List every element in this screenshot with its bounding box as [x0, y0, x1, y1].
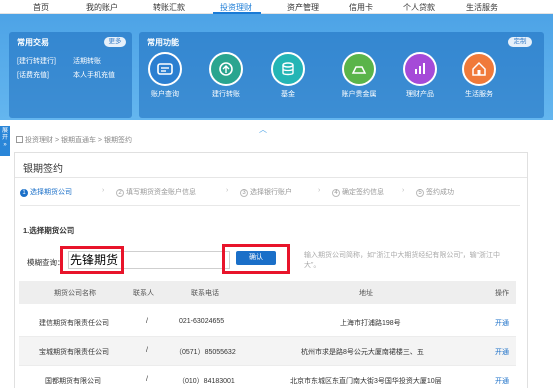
table-header: 期货公司名称 联系人 联系电话 地址 操作 — [19, 281, 516, 304]
step-arrow-icon: › — [226, 187, 229, 194]
open-link[interactable]: 开通 — [495, 376, 509, 386]
customize-button[interactable]: 定制 — [508, 37, 532, 47]
column-header-company: 期货公司名称 — [54, 290, 96, 297]
nav-item-credit-card[interactable]: 信用卡 — [349, 2, 373, 13]
func-label: 生活服务 — [465, 91, 493, 98]
func-label: 建行转账 — [212, 91, 240, 98]
fuzzy-query-label: 模糊查询： — [27, 258, 65, 267]
cell-address: 北京市东城区东直门南大街3号国华投资大厦10层 — [290, 378, 442, 385]
step-5: 5 签约成功 — [416, 187, 454, 197]
life-service-icon — [462, 52, 496, 86]
nav-item-personal-loan[interactable]: 个人贷款 — [403, 2, 435, 13]
quick-link-own-phone-topup[interactable]: 本人手机充值 — [73, 70, 115, 80]
fund-icon — [271, 52, 305, 86]
wealth-product-icon — [403, 52, 437, 86]
expand-side-tab[interactable]: 展开 » — [0, 126, 10, 156]
precious-metal-icon — [342, 52, 376, 86]
more-button[interactable]: 更多 — [104, 37, 126, 47]
open-link[interactable]: 开通 — [495, 347, 509, 357]
highlight-box-confirm — [222, 244, 290, 274]
quick-trade-panel: 常用交易 更多 [建行转建行] 活期转账 [话费充值] 本人手机充值 — [9, 32, 132, 118]
step-indicator: 1 选择期货公司 › 2 填写期货资金账户信息 › 3 选择银行账户 › 4 确定签约信… — [20, 187, 520, 201]
nav-item-asset-management[interactable]: 资产管理 — [287, 2, 319, 13]
highlight-box-input — [60, 246, 124, 274]
cell-company: 建信期货有限责任公司 — [39, 320, 109, 327]
home-icon — [16, 136, 23, 143]
func-fund[interactable]: 基金 — [258, 52, 318, 99]
func-label: 理财产品 — [406, 91, 434, 98]
cell-phone: （010）84183001 — [178, 378, 235, 385]
table-row: 建信期货有限责任公司 / 021-63024655 上海市打浦路198号 开通 — [19, 308, 516, 337]
cell-contact: / — [146, 318, 148, 325]
column-header-contact: 联系人 — [133, 290, 154, 297]
nav-item-transfer[interactable]: 转账汇款 — [153, 2, 185, 13]
top-nav: 首页 我的账户 转账汇款 投资理财 资产管理 信用卡 个人贷款 生活服务 — [0, 0, 553, 14]
func-precious-metal[interactable]: 账户贵金属 — [329, 52, 389, 99]
section-title: 1.选择期货公司 — [23, 226, 75, 235]
nav-item-home[interactable]: 首页 — [33, 2, 49, 13]
cell-address: 杭州市求是路8号公元大厦南裙楼三、五 — [301, 349, 424, 356]
steps-divider — [20, 205, 520, 206]
step-4: 4 确定签约信息 — [332, 187, 384, 197]
common-functions-panel: 常用功能 定制 账户查询 建行转账 基金 账户贵金属 理财产品 生活服务 — [139, 32, 544, 118]
transfer-icon — [209, 52, 243, 86]
cell-address: 上海市打浦路198号 — [340, 320, 401, 327]
func-account-query[interactable]: 账户查询 — [135, 52, 195, 99]
func-ccb-transfer[interactable]: 建行转账 — [196, 52, 256, 99]
column-header-phone: 联系电话 — [191, 290, 219, 297]
cell-contact: / — [146, 376, 148, 383]
breadcrumb: 投资理财 > 银期直通车 > 银期签约 — [16, 135, 132, 145]
main-content: 银期签约 1 选择期货公司 › 2 填写期货资金账户信息 › 3 选择银行账户 › 4… — [14, 152, 528, 388]
side-tab-label: 展开 — [1, 128, 8, 141]
step-arrow-icon: › — [318, 187, 321, 194]
nav-item-life-service[interactable]: 生活服务 — [466, 2, 498, 13]
collapse-banner-button[interactable]: ︿ — [251, 124, 275, 134]
cell-contact: / — [146, 347, 148, 354]
query-hint: 输入期货公司简称，如“浙江中大期货经纪有限公司”，输“浙江中大”。 — [304, 252, 500, 269]
step-1: 1 选择期货公司 — [20, 187, 72, 197]
page-title: 银期签约 — [23, 164, 63, 175]
quick-trade-title: 常用交易 — [17, 38, 49, 47]
cell-phone: （0571）85055632 — [175, 349, 236, 356]
column-header-action: 操作 — [495, 290, 509, 297]
cell-company: 宝城期货有限责任公司 — [39, 349, 109, 356]
column-header-address: 地址 — [359, 290, 373, 297]
chevron-up-icon: ︿ — [259, 125, 267, 134]
account-query-icon — [148, 52, 182, 86]
common-functions-title: 常用功能 — [147, 38, 179, 47]
func-label: 账户查询 — [151, 91, 179, 98]
step-arrow-icon: › — [102, 187, 105, 194]
banner: 常用交易 更多 [建行转建行] 活期转账 [话费充值] 本人手机充值 常用功能 … — [0, 14, 553, 134]
breadcrumb-text[interactable]: 投资理财 > 银期直通车 > 银期签约 — [25, 137, 132, 144]
func-life-service[interactable]: 生活服务 — [449, 52, 509, 99]
func-wealth-product[interactable]: 理财产品 — [390, 52, 450, 99]
table-row: 国都期货有限公司 / （010）84183001 北京市东城区东直门南大街3号国… — [19, 366, 516, 388]
func-label: 账户贵金属 — [341, 91, 377, 98]
cell-company: 国都期货有限公司 — [45, 378, 101, 385]
func-label: 基金 — [281, 91, 295, 98]
step-2: 2 填写期货资金账户信息 — [116, 187, 196, 197]
quick-link-ccb-transfer[interactable]: [建行转建行] — [17, 56, 56, 66]
step-arrow-icon: › — [402, 187, 405, 194]
double-chevron-right-icon: » — [3, 142, 7, 148]
quick-link-phone-topup[interactable]: [话费充值] — [17, 70, 49, 80]
step-3: 3 选择银行账户 — [240, 187, 292, 197]
quick-link-current-transfer[interactable]: 活期转账 — [73, 56, 101, 66]
nav-item-my-account[interactable]: 我的账户 — [86, 2, 118, 13]
title-divider — [15, 177, 527, 178]
open-link[interactable]: 开通 — [495, 318, 509, 328]
table-row: 宝城期货有限责任公司 / （0571）85055632 杭州市求是路8号公元大厦… — [19, 337, 516, 366]
cell-phone: 021-63024655 — [179, 318, 225, 325]
